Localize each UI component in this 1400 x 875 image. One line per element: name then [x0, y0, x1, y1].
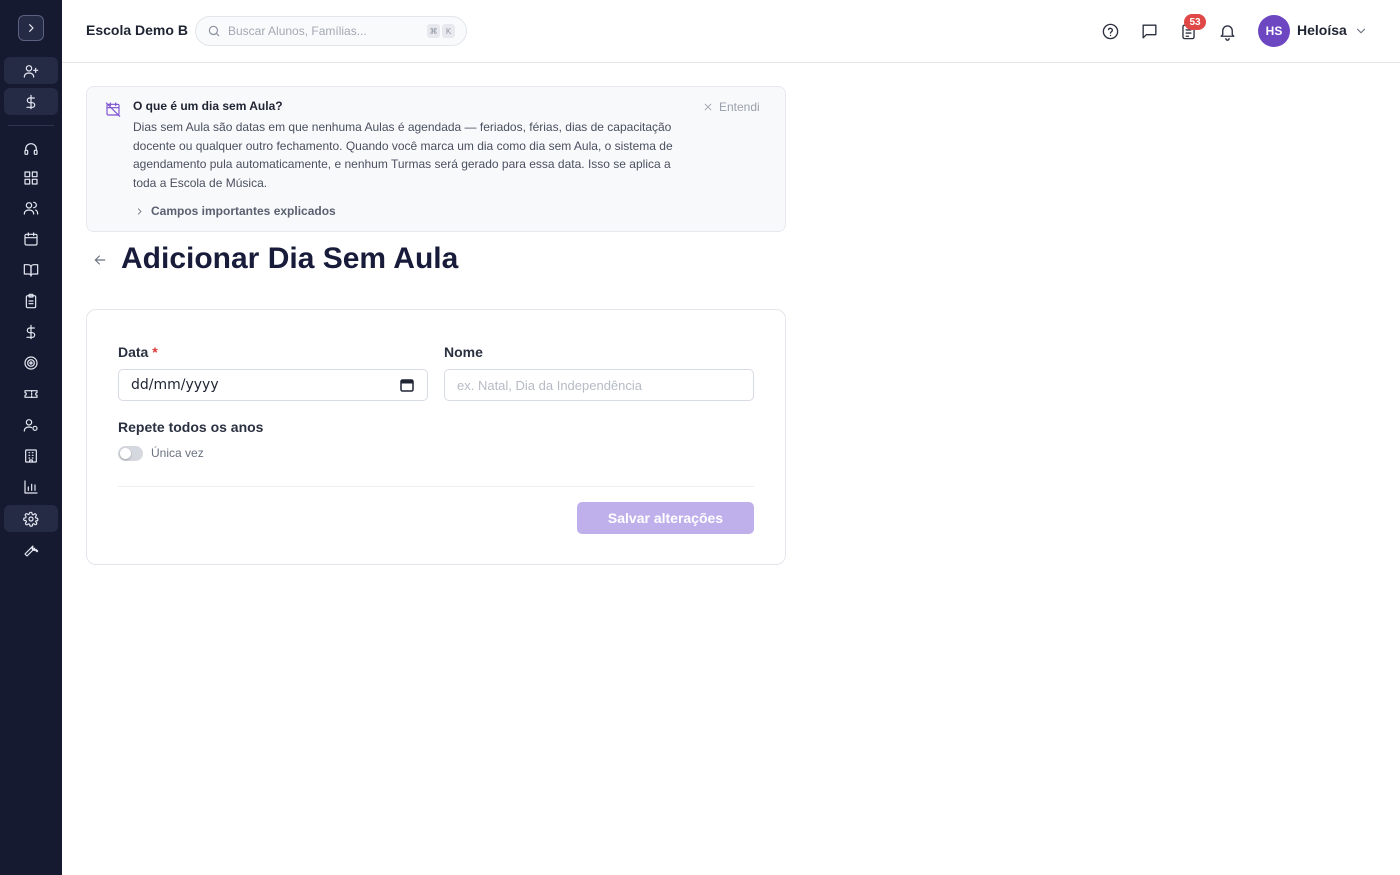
bar-chart-icon [24, 479, 38, 494]
date-field[interactable]: dd/mm/yyyy [118, 369, 428, 401]
help-circle-icon [1102, 23, 1118, 39]
sidebar-item-staff[interactable] [4, 411, 58, 438]
chevron-right-icon [137, 207, 142, 215]
target-icon [24, 355, 38, 370]
calendar-icon [24, 231, 38, 246]
building-icon [25, 448, 37, 463]
help-button[interactable] [1099, 20, 1121, 42]
date-label-text: Data [118, 344, 149, 360]
expand-fields-explained-button[interactable]: Campos importantes explicados [135, 204, 336, 218]
back-button[interactable] [92, 252, 110, 270]
name-field[interactable] [444, 369, 754, 401]
sidebar-item-payments[interactable] [4, 88, 58, 115]
sidebar-item-dashboard[interactable] [4, 164, 58, 191]
tasks-count-badge: 53 [1184, 14, 1206, 30]
sidebar-item-attendance[interactable] [4, 287, 58, 314]
messages-button[interactable] [1138, 20, 1160, 42]
sidebar-item-tools[interactable] [4, 536, 58, 563]
ticket-icon [24, 389, 38, 398]
sidebar [0, 0, 62, 875]
info-banner-title: O que é um dia sem Aula? [133, 99, 283, 113]
notifications-button[interactable] [1216, 20, 1238, 42]
dismiss-label: Entendi [719, 100, 760, 114]
school-name[interactable]: Escola Demo B [86, 22, 188, 38]
repeat-label: Repete todos os anos [118, 419, 264, 435]
bell-icon [1219, 24, 1235, 41]
top-header: Escola Demo B ⌘ K 53 HS Heloísa [62, 0, 1400, 63]
form-divider [118, 486, 754, 487]
sidebar-item-add-student[interactable] [4, 57, 58, 84]
name-label: Nome [444, 344, 483, 360]
sidebar-item-students[interactable] [4, 194, 58, 221]
shortcut-key-k: K [442, 24, 455, 38]
date-label: Data * [118, 344, 158, 360]
user-avatar[interactable]: HS [1258, 15, 1290, 47]
user-name[interactable]: Heloísa [1297, 22, 1347, 38]
user-plus-icon [23, 64, 39, 78]
sidebar-divider [8, 125, 54, 126]
wrench-icon [24, 545, 39, 557]
calendar-off-icon [105, 101, 121, 117]
name-input[interactable] [457, 376, 737, 394]
dismiss-banner-button[interactable]: Entendi [703, 100, 760, 114]
sidebar-item-school[interactable] [4, 442, 58, 469]
sidebar-item-calendar[interactable] [4, 225, 58, 252]
dollar-icon [26, 94, 36, 109]
sidebar-item-reports[interactable] [4, 473, 58, 500]
dashboard-icon [24, 170, 38, 185]
sidebar-item-billing[interactable] [4, 318, 58, 345]
date-field-value: dd/mm/yyyy [131, 377, 219, 393]
info-banner-text: Dias sem Aula são datas em que nenhuma A… [133, 120, 673, 190]
close-icon [704, 103, 712, 111]
message-square-icon [1141, 23, 1157, 39]
headset-icon [24, 142, 38, 155]
dollar-icon [26, 324, 36, 339]
holiday-form-card: Data * dd/mm/yyyy Nome Repete todos os a… [86, 309, 786, 565]
gear-icon [23, 511, 39, 527]
sidebar-item-settings[interactable] [4, 505, 58, 532]
sidebar-expand-button[interactable] [18, 15, 44, 41]
page-title: Adicionar Dia Sem Aula [121, 242, 459, 275]
repeat-toggle-text: Única vez [151, 446, 204, 460]
save-button[interactable]: Salvar alterações [577, 502, 754, 534]
chevron-right-icon [29, 24, 34, 32]
sidebar-item-tickets[interactable] [4, 380, 58, 407]
global-search[interactable]: ⌘ K [195, 16, 467, 46]
chevron-down-icon[interactable] [1354, 24, 1368, 38]
arrow-left-icon [94, 255, 106, 265]
required-mark: * [152, 344, 158, 360]
sidebar-item-goals[interactable] [4, 349, 58, 376]
user-settings-icon [23, 418, 38, 432]
info-banner: O que é um dia sem Aula? Dias sem Aula s… [86, 86, 786, 232]
search-icon [207, 24, 221, 38]
sidebar-item-support[interactable] [4, 135, 58, 162]
sidebar-item-lessons[interactable] [4, 256, 58, 283]
search-input[interactable] [228, 22, 418, 40]
toggle-knob [120, 448, 131, 459]
repeat-yearly-toggle[interactable] [118, 446, 143, 461]
book-icon [23, 263, 39, 277]
calendar-picker-icon[interactable] [400, 378, 414, 392]
shortcut-key-cmd: ⌘ [427, 24, 440, 38]
clipboard-icon [25, 293, 37, 308]
users-icon [23, 201, 39, 215]
expand-label: Campos importantes explicados [151, 204, 336, 218]
